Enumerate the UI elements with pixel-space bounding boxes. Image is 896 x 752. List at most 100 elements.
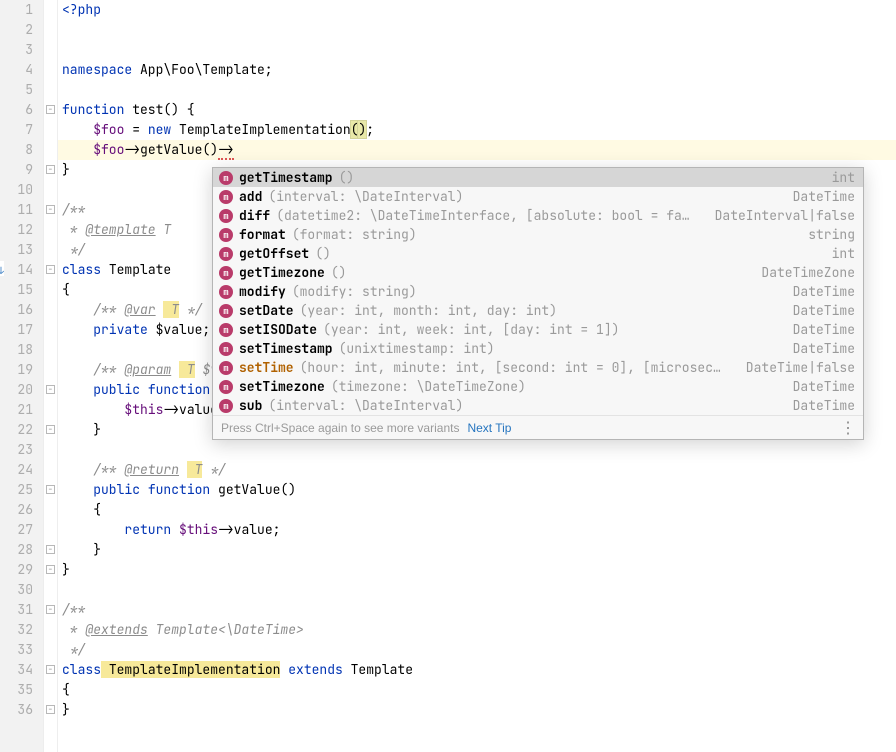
completion-item-name: modify xyxy=(239,283,286,300)
code-line[interactable]: function test() { xyxy=(58,100,896,120)
completion-item-signature: (interval: \DateInterval) xyxy=(268,188,776,205)
code-line[interactable]: public function getValue() xyxy=(58,480,896,500)
line-number: 23 xyxy=(0,440,43,460)
code-line[interactable]: * @extends Template<\DateTime> xyxy=(58,620,896,640)
fold-cell xyxy=(44,180,57,200)
fold-cell xyxy=(44,680,57,700)
method-icon: m xyxy=(219,190,233,204)
completion-hint: Press Ctrl+Space again to see more varia… xyxy=(221,421,459,435)
completion-item-signature: (hour: int, minute: int, [second: int = … xyxy=(300,359,730,376)
overridden-icon[interactable]: ●↓ xyxy=(0,261,4,276)
fold-cell[interactable]: − xyxy=(44,100,57,120)
line-number: 5 xyxy=(0,80,43,100)
fold-cell[interactable]: − xyxy=(44,540,57,560)
line-number: 27 xyxy=(0,520,43,540)
line-number: 34 xyxy=(0,660,43,680)
fold-cell xyxy=(44,400,57,420)
completion-item[interactable]: msetTimestamp(unixtimestamp: int)DateTim… xyxy=(213,339,863,358)
code-line[interactable]: /** xyxy=(58,600,896,620)
more-icon[interactable]: ⋮ xyxy=(840,418,855,438)
completion-item-return: DateTime|false xyxy=(736,359,855,376)
completion-item-name: setTimezone xyxy=(239,378,325,395)
method-icon: m xyxy=(219,361,233,375)
fold-cell[interactable]: − xyxy=(44,480,57,500)
code-line[interactable] xyxy=(58,40,896,60)
completion-item[interactable]: mformat(format: string)string xyxy=(213,225,863,244)
fold-cell xyxy=(44,440,57,460)
fold-close-icon[interactable]: − xyxy=(46,565,55,574)
code-line[interactable]: } xyxy=(58,540,896,560)
fold-cell xyxy=(44,280,57,300)
code-line[interactable]: { xyxy=(58,500,896,520)
code-line[interactable] xyxy=(58,80,896,100)
fold-open-icon[interactable]: − xyxy=(46,385,55,394)
line-number: 32 xyxy=(0,620,43,640)
code-line[interactable] xyxy=(58,440,896,460)
completion-popup[interactable]: mgetTimestamp()intmadd(interval: \DateIn… xyxy=(212,167,864,440)
completion-item[interactable]: mdiff(datetime2: \DateTimeInterface, [ab… xyxy=(213,206,863,225)
fold-cell xyxy=(44,20,57,40)
code-line[interactable]: class TemplateImplementation extends Tem… xyxy=(58,660,896,680)
fold-open-icon[interactable]: − xyxy=(46,605,55,614)
line-number: 18 xyxy=(0,340,43,360)
fold-open-icon[interactable]: − xyxy=(46,105,55,114)
code-line[interactable]: <?php xyxy=(58,0,896,20)
line-number: 1 xyxy=(0,0,43,20)
fold-cell[interactable]: − xyxy=(44,260,57,280)
completion-item-return: DateTime xyxy=(783,302,855,319)
line-number: 26 xyxy=(0,500,43,520)
fold-close-icon[interactable]: − xyxy=(46,165,55,174)
fold-close-icon[interactable]: − xyxy=(46,545,55,554)
fold-cell[interactable]: − xyxy=(44,660,57,680)
fold-open-icon[interactable]: − xyxy=(46,485,55,494)
fold-open-icon[interactable]: − xyxy=(46,665,55,674)
code-line[interactable]: return $this->value; xyxy=(58,520,896,540)
code-line[interactable]: namespace App\Foo\Template; xyxy=(58,60,896,80)
completion-item[interactable]: msetDate(year: int, month: int, day: int… xyxy=(213,301,863,320)
code-line[interactable] xyxy=(58,580,896,600)
code-line[interactable]: $foo = new TemplateImplementation(); xyxy=(58,120,896,140)
code-line[interactable]: } xyxy=(58,700,896,720)
completion-item[interactable]: msetTime(hour: int, minute: int, [second… xyxy=(213,358,863,377)
fold-cell[interactable]: − xyxy=(44,200,57,220)
method-icon: m xyxy=(219,228,233,242)
fold-open-icon[interactable]: − xyxy=(46,205,55,214)
completion-item-signature: (interval: \DateInterval) xyxy=(268,397,776,414)
fold-cell[interactable]: − xyxy=(44,700,57,720)
line-number: 30 xyxy=(0,580,43,600)
line-number: 8 xyxy=(0,140,43,160)
code-line-active[interactable]: $foo->getValue()-> xyxy=(58,140,896,160)
completion-item[interactable]: mmodify(modify: string)DateTime xyxy=(213,282,863,301)
line-number: 12 xyxy=(0,220,43,240)
fold-close-icon[interactable]: − xyxy=(46,705,55,714)
fold-cell xyxy=(44,340,57,360)
fold-cell[interactable]: − xyxy=(44,560,57,580)
completion-item[interactable]: msub(interval: \DateInterval)DateTime xyxy=(213,396,863,415)
code-line[interactable]: } xyxy=(58,560,896,580)
completion-item[interactable]: madd(interval: \DateInterval)DateTime xyxy=(213,187,863,206)
fold-cell[interactable]: − xyxy=(44,380,57,400)
code-line[interactable]: */ xyxy=(58,640,896,660)
fold-cell[interactable]: − xyxy=(44,420,57,440)
completion-item[interactable]: msetTimezone(timezone: \DateTimeZone)Dat… xyxy=(213,377,863,396)
completion-item[interactable]: mgetOffset()int xyxy=(213,244,863,263)
method-icon: m xyxy=(219,171,233,185)
fold-close-icon[interactable]: − xyxy=(46,425,55,434)
completion-item[interactable]: msetISODate(year: int, week: int, [day: … xyxy=(213,320,863,339)
fold-open-icon[interactable]: − xyxy=(46,265,55,274)
line-number: 13 xyxy=(0,240,43,260)
completion-item[interactable]: mgetTimestamp()int xyxy=(213,168,863,187)
line-number: 29 xyxy=(0,560,43,580)
fold-cell[interactable]: − xyxy=(44,160,57,180)
completion-item[interactable]: mgetTimezone()DateTimeZone xyxy=(213,263,863,282)
code-line[interactable]: /** @return T */ xyxy=(58,460,896,480)
completion-item-signature: () xyxy=(339,169,816,186)
fold-cell[interactable]: − xyxy=(44,600,57,620)
code-line[interactable] xyxy=(58,20,896,40)
method-icon: m xyxy=(219,247,233,261)
code-line[interactable]: { xyxy=(58,680,896,700)
line-number: 15 xyxy=(0,280,43,300)
completion-item-name: add xyxy=(239,188,262,205)
completion-item-return: DateTimeZone xyxy=(751,264,855,281)
next-tip-link[interactable]: Next Tip xyxy=(467,421,511,435)
